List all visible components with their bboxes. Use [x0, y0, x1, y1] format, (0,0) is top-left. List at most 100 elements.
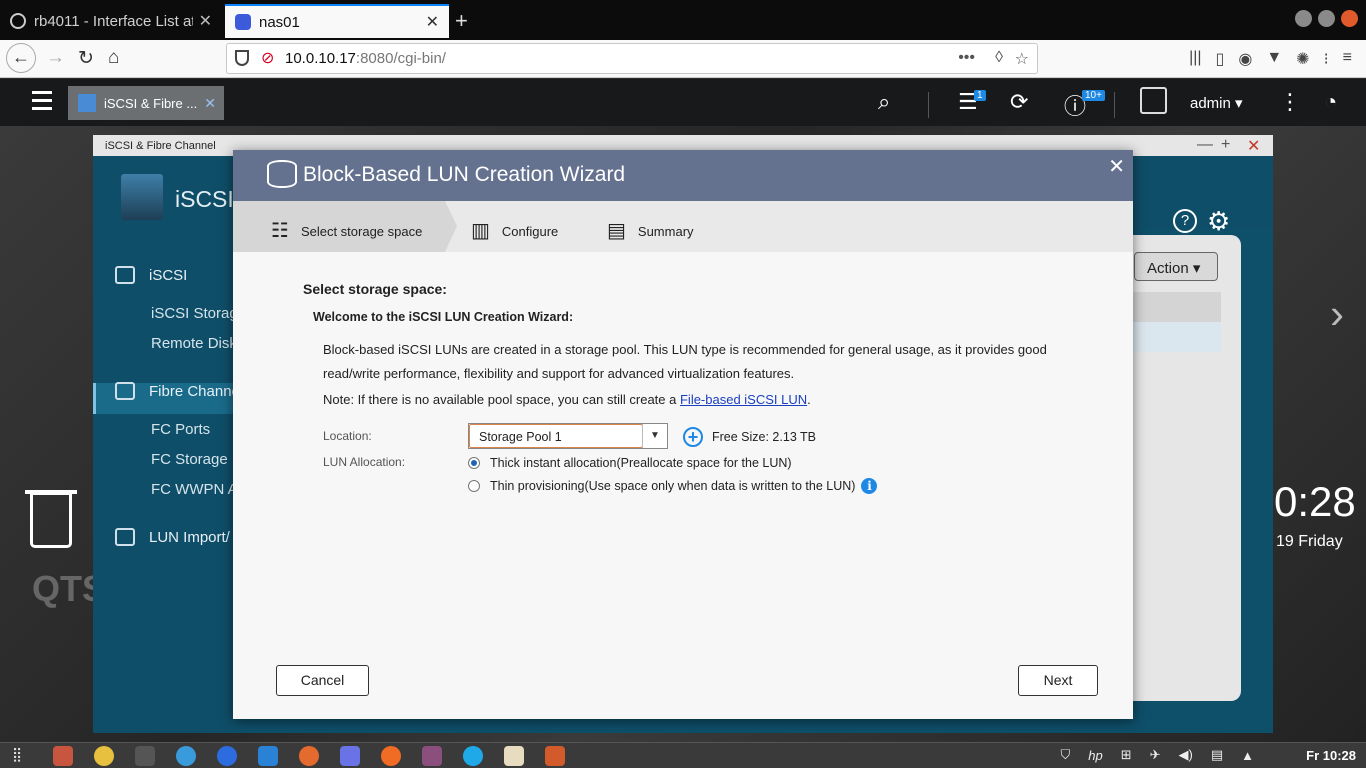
more-options-icon[interactable]: ⋮ [1279, 89, 1301, 115]
lun-creation-wizard: Block-Based LUN Creation Wizard ✕ ☷ Sele… [233, 150, 1133, 719]
tab-close-icon[interactable]: ✕ [426, 12, 439, 32]
page-actions-icon[interactable]: ••• [958, 49, 975, 67]
network-tray-icon[interactable]: ⊞ [1121, 747, 1132, 763]
window-close-icon[interactable]: ✕ [1247, 136, 1260, 156]
maximize-icon[interactable] [1318, 10, 1335, 27]
app-grid-icon[interactable]: ⣿ [12, 746, 32, 766]
clipboard-tray-icon[interactable]: ▤ [1211, 747, 1223, 763]
iscsi-app-icon [78, 94, 96, 112]
taskbar-apps: ⣿ [0, 746, 565, 766]
bookmark-star-icon[interactable]: ☆ [1015, 49, 1029, 69]
sidebar-item-remote-disk[interactable]: Remote Disk [151, 335, 237, 352]
user-menu[interactable]: admin ▾ [1190, 94, 1243, 112]
sidebar-item-iscsi-storage[interactable]: iSCSI Storage [151, 305, 246, 322]
calc-app-icon[interactable] [53, 746, 73, 766]
browser-tab-rb4011[interactable]: rb4011 - Interface List at ✕ [0, 4, 222, 38]
vivaldi-ext-icon[interactable]: ▼ [1266, 49, 1282, 69]
airplane-tray-icon[interactable]: ✈ [1150, 747, 1161, 763]
location-value: Storage Pool 1 [479, 430, 562, 444]
browser-tab-bar: rb4011 - Interface List at ✕ nas01 ✕ + [0, 0, 1366, 40]
sidebar-icon[interactable]: ▯ [1216, 49, 1225, 69]
insecure-lock-icon[interactable]: ⊘ [261, 48, 274, 68]
file-based-lun-link[interactable]: File-based iSCSI LUN [680, 392, 807, 407]
search-icon[interactable]: ⌕ [878, 89, 890, 115]
terminal-app-icon[interactable] [135, 746, 155, 766]
tray-expand-icon[interactable]: ▲ [1241, 748, 1254, 763]
sidebar-section-iscsi[interactable]: iSCSI [115, 266, 187, 284]
thunderbird-app-icon[interactable] [217, 746, 237, 766]
wizard-body: Select storage space: Welcome to the iSC… [233, 252, 1133, 719]
recycle-bin-icon[interactable] [30, 492, 72, 548]
radio-thick[interactable] [468, 457, 480, 469]
taskbar-clock[interactable]: Fr 10:28 [1306, 748, 1356, 763]
settings-app-icon[interactable] [545, 746, 565, 766]
thick-allocation-option[interactable]: Thick instant allocation(Preallocate spa… [468, 456, 792, 470]
browser-tab-nas01[interactable]: nas01 ✕ [225, 4, 449, 38]
cancel-button[interactable]: Cancel [276, 665, 369, 696]
url-text[interactable]: 10.0.10.17:8080/cgi-bin/ [285, 50, 446, 67]
new-tab-icon[interactable]: + [455, 8, 468, 34]
back-icon[interactable]: ← [6, 43, 36, 73]
sidebar-item-fc-ports[interactable]: FC Ports [151, 421, 210, 438]
app-tab-close-icon[interactable]: ✕ [204, 95, 216, 112]
url-bar[interactable]: ⊘ 10.0.10.17:8080/cgi-bin/ ••• ◊ ☆ [226, 43, 1038, 74]
library-icon[interactable]: ||| [1189, 49, 1201, 69]
addon-icon[interactable]: ⁝ [1324, 49, 1329, 69]
pocket-icon[interactable]: ◊ [995, 49, 1003, 67]
settings-gear-icon[interactable]: ⚙ [1207, 206, 1230, 237]
window-minimize-icon[interactable]: — [1197, 136, 1213, 154]
reload-icon[interactable]: ↻ [78, 47, 94, 70]
wizard-close-icon[interactable]: ✕ [1108, 154, 1125, 179]
dashboard-icon[interactable]: ◔ [1324, 89, 1337, 115]
tracking-shield-icon[interactable] [235, 50, 249, 66]
discord-app-icon[interactable] [340, 746, 360, 766]
home-icon[interactable]: ⌂ [108, 47, 119, 69]
list-icon: ☷ [271, 220, 289, 242]
action-dropdown-button[interactable]: Action ▾ [1134, 252, 1218, 281]
sidebar-section-lun-import[interactable]: LUN Import/ [115, 528, 230, 546]
sidebar-item-fc-wwpn-aliases[interactable]: FC WWPN Al [151, 481, 241, 498]
text-editor-app-icon[interactable] [504, 746, 524, 766]
table-row[interactable] [1133, 292, 1221, 322]
chromium-app-icon[interactable] [176, 746, 196, 766]
main-menu-icon[interactable] [32, 91, 52, 115]
extension-icon[interactable]: ✺ [1296, 49, 1309, 69]
app-sidebar: iSCSI iSCSI Storage Remote Disk Fibre Ch… [93, 228, 246, 733]
sidebar-section-fibre-channel[interactable]: Fibre Channel [115, 382, 243, 400]
chevron-down-icon[interactable]: ▼ [642, 424, 667, 448]
skype-app-icon[interactable] [463, 746, 483, 766]
welcome-heading: Welcome to the iSCSI LUN Creation Wizard… [313, 310, 574, 324]
info-icon[interactable]: i [861, 478, 878, 494]
volume-tray-icon[interactable]: ◀) [1179, 747, 1193, 763]
table-row[interactable] [1133, 322, 1221, 352]
external-device-icon[interactable]: ⟳ [1010, 89, 1028, 115]
step-configure: ▥ Configure [471, 220, 559, 242]
wizard-title: Block-Based LUN Creation Wizard [303, 163, 626, 186]
firefox-app-icon[interactable] [381, 746, 401, 766]
sidebar-item-fc-storage[interactable]: FC Storage [151, 451, 228, 468]
tab-close-icon[interactable]: ✕ [199, 11, 212, 31]
notification-badge: 10+ [1082, 90, 1105, 101]
help-icon[interactable]: ? [1173, 209, 1197, 233]
radio-thin[interactable] [468, 480, 480, 492]
chevron-right-icon[interactable]: › [1330, 290, 1344, 338]
forward-icon[interactable]: → [46, 47, 65, 69]
image-viewer-app-icon[interactable] [422, 746, 442, 766]
keepass-app-icon[interactable] [94, 746, 114, 766]
create-pool-plus-icon[interactable]: + [683, 427, 703, 447]
lun-import-icon [115, 528, 135, 546]
menu-icon[interactable]: ≡ [1343, 49, 1352, 69]
thin-provisioning-option[interactable]: Thin provisioning(Use space only when da… [468, 478, 878, 494]
location-select[interactable]: Storage Pool 1 ▼ [468, 423, 668, 449]
vscode-app-icon[interactable] [258, 746, 278, 766]
open-app-tab[interactable]: iSCSI & Fibre ... ✕ [68, 86, 224, 120]
postman-app-icon[interactable] [299, 746, 319, 766]
account-icon[interactable]: ◉ [1238, 49, 1252, 69]
window-maximize-icon[interactable]: + [1221, 136, 1230, 154]
next-button[interactable]: Next [1018, 665, 1098, 696]
hp-tray-icon[interactable]: hp [1088, 748, 1102, 763]
user-avatar-icon[interactable] [1140, 87, 1167, 114]
minimize-icon[interactable] [1295, 10, 1312, 27]
window-close-icon[interactable] [1341, 10, 1358, 27]
shield-tray-icon[interactable]: ⛉ [1060, 747, 1070, 763]
